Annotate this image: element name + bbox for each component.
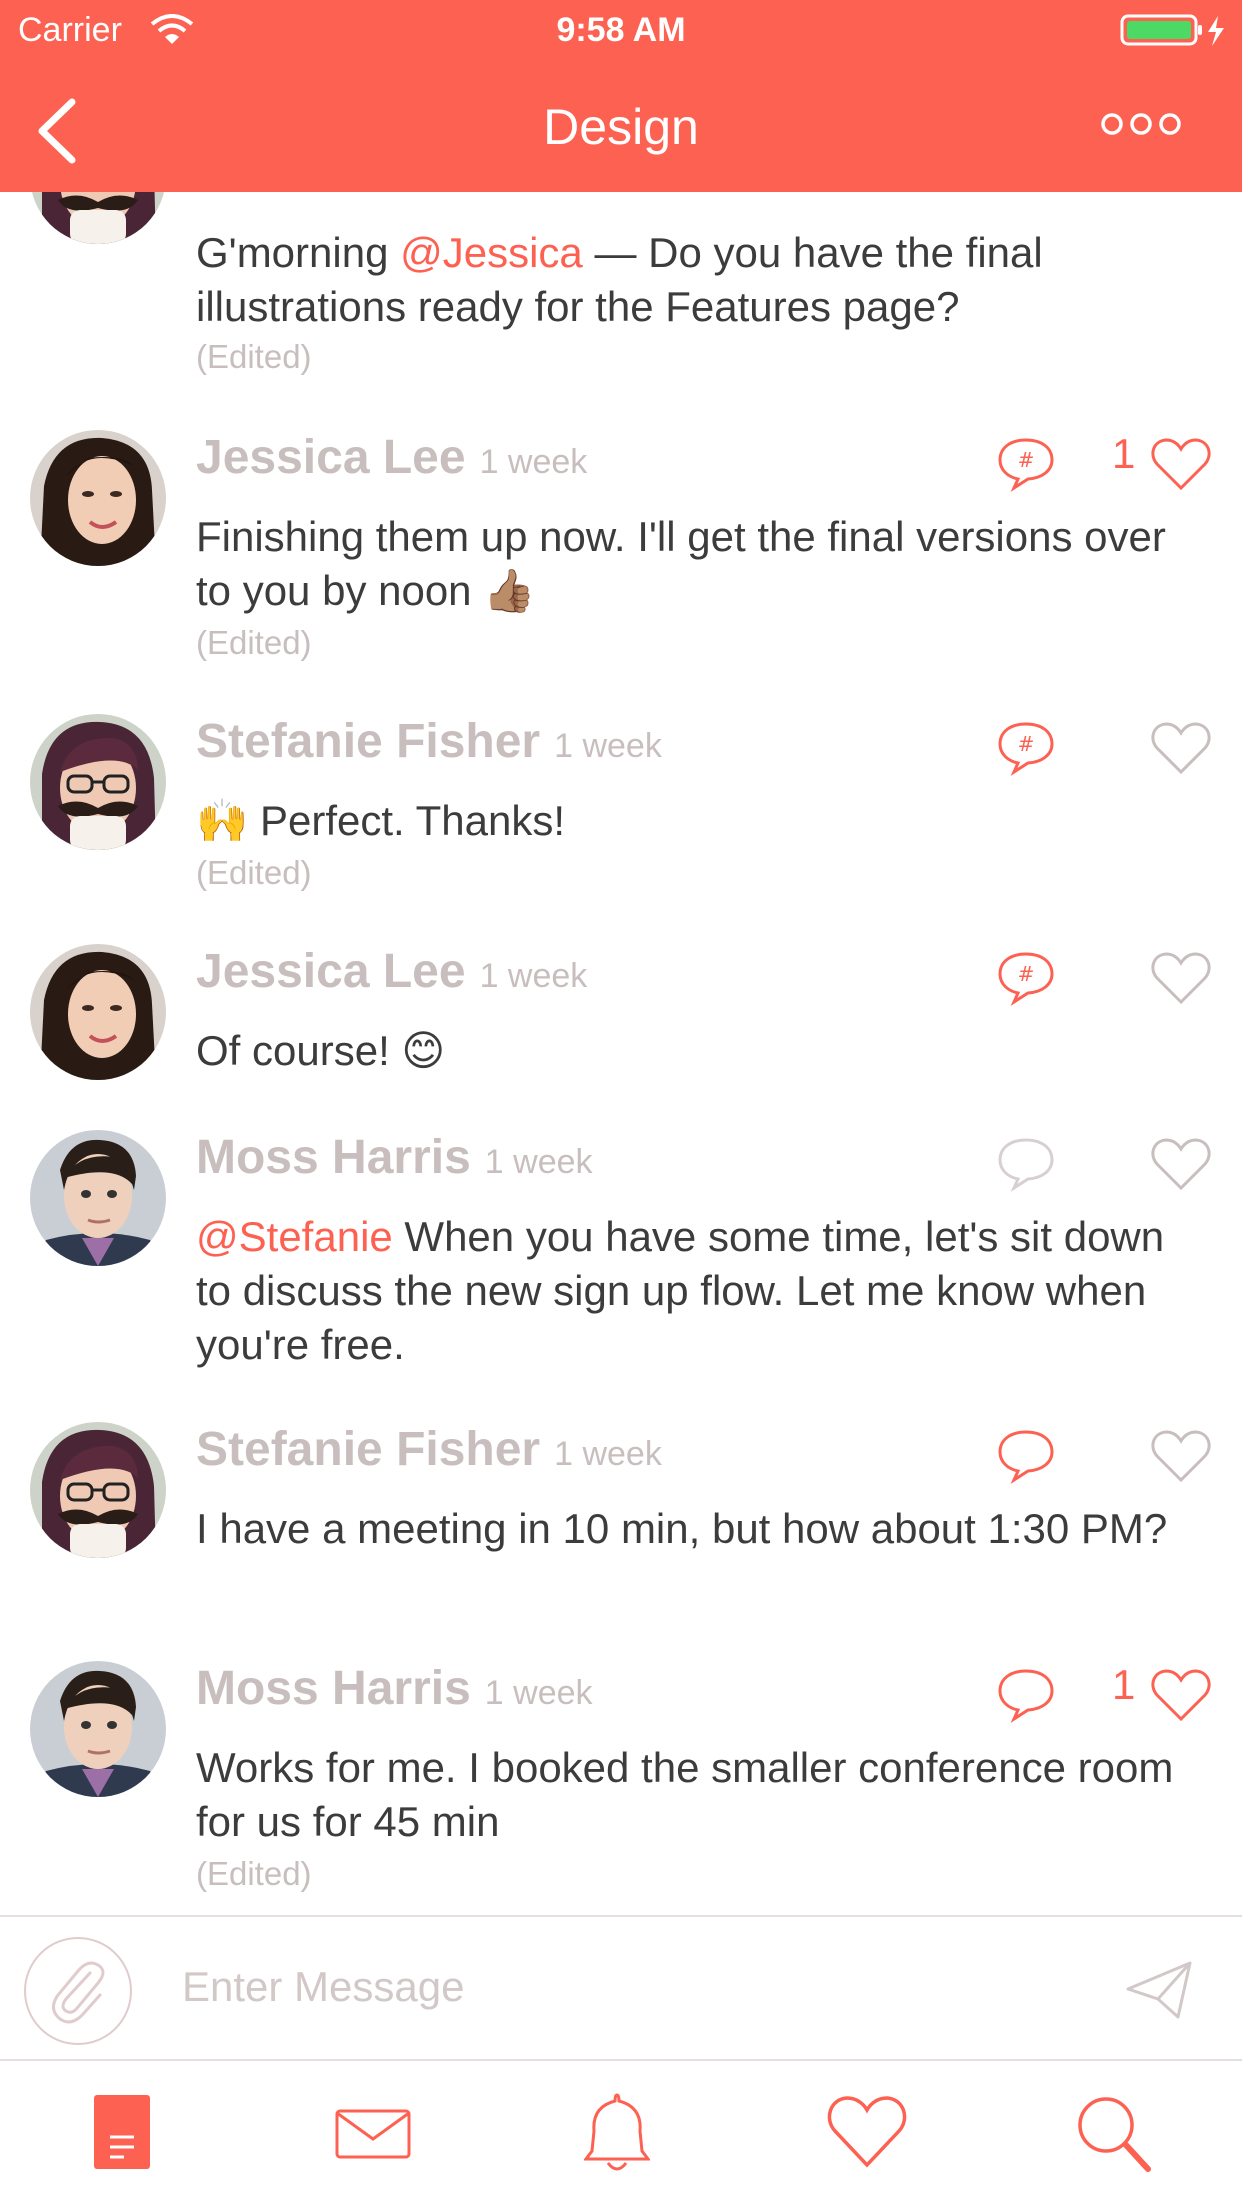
message-text: I have a meeting in 10 min, but how abou… xyxy=(196,1505,1168,1552)
timestamp: 1 week xyxy=(479,443,588,481)
page-title: Design xyxy=(543,99,699,155)
message-text: 🙌 Perfect. Thanks! xyxy=(196,797,565,844)
search-tab[interactable] xyxy=(1074,2091,1154,2179)
message-header: Moss Harris 1 week xyxy=(196,1130,593,1190)
author-name[interactable]: Moss Harris xyxy=(196,1662,471,1715)
timestamp: 1 week xyxy=(554,727,662,765)
status-time: 9:58 AM xyxy=(556,11,686,49)
author-name[interactable]: Stefanie Fisher xyxy=(196,1423,540,1476)
message-input[interactable] xyxy=(182,1947,1082,2027)
author-name[interactable]: Stefanie Fisher xyxy=(196,715,540,768)
more-dots-icon[interactable] xyxy=(1100,108,1182,140)
heart-icon[interactable] xyxy=(1150,436,1212,492)
favorites-tab[interactable] xyxy=(826,2091,908,2179)
edited-label: (Edited) xyxy=(196,1855,312,1892)
message-text: @Stefanie When you have some time, let's… xyxy=(196,1213,1165,1368)
message-item: Jessica Lee 1 week # Of course! 😊 xyxy=(0,944,1242,1114)
messages-tab[interactable] xyxy=(334,2091,412,2179)
svg-text:#: # xyxy=(1018,448,1035,472)
speech-bubble-icon[interactable] xyxy=(996,1136,1056,1192)
hashtag-bubble-icon[interactable]: # xyxy=(996,720,1056,776)
message-header: Stefanie Fisher 1 week xyxy=(196,1422,662,1482)
heart-icon[interactable] xyxy=(1150,1428,1212,1484)
avatar-jessica-lee[interactable] xyxy=(30,430,166,566)
edited-label: (Edited) xyxy=(196,338,312,375)
author-name[interactable]: Moss Harris xyxy=(196,1131,471,1184)
avatar-moss-harris[interactable] xyxy=(30,1130,166,1266)
paperclip-icon[interactable] xyxy=(24,1937,132,2045)
message-item: Stefanie Fisher 1 week I have a meeting i… xyxy=(0,1422,1242,1632)
heart-icon[interactable] xyxy=(1150,720,1212,776)
hashtag-bubble-icon[interactable]: # xyxy=(996,950,1056,1006)
message-header: Jessica Lee 1 week xyxy=(196,944,587,1004)
message-item: Jessica Lee 1 week # 1 Finishing them up … xyxy=(0,430,1242,680)
message-header: Jessica Lee 1 week xyxy=(196,430,587,490)
avatar-jessica-lee[interactable] xyxy=(30,944,166,1080)
nav-bar: Design xyxy=(0,60,1242,192)
timestamp: 1 week xyxy=(484,1143,593,1181)
avatar-moss-harris[interactable] xyxy=(30,1661,166,1797)
message-item: Moss Harris 1 week @Stefanie When you hav… xyxy=(0,1130,1242,1390)
avatar-stefanie-fisher[interactable] xyxy=(30,714,166,850)
message-feed[interactable]: G'morning @Jessica — Do you have the fin… xyxy=(0,0,1242,1915)
heart-icon[interactable] xyxy=(1150,1667,1212,1723)
heart-icon[interactable] xyxy=(1150,1136,1212,1192)
message-composer xyxy=(0,1915,1242,2061)
status-bar: Carrier 9:58 AM xyxy=(0,0,1242,60)
message-header: Stefanie Fisher 1 week xyxy=(196,714,662,774)
timestamp: 1 week xyxy=(554,1435,662,1473)
author-name[interactable]: Jessica Lee xyxy=(196,431,466,484)
app-header: Carrier 9:58 AM Design xyxy=(0,0,1242,192)
like-count: 1 xyxy=(1112,1661,1136,1708)
author-name[interactable]: Jessica Lee xyxy=(196,945,466,998)
speech-bubble-icon[interactable] xyxy=(996,1667,1056,1723)
mention-link[interactable]: @Stefanie xyxy=(196,1213,393,1260)
message-text: Of course! 😊 xyxy=(196,1027,446,1074)
edited-label: (Edited) xyxy=(196,854,312,891)
message-text: G'morning @Jessica — Do you have the fin… xyxy=(196,229,1043,330)
battery-icon xyxy=(1120,14,1230,57)
message-header: Moss Harris 1 week xyxy=(196,1661,593,1721)
avatar-stefanie-fisher[interactable] xyxy=(30,1422,166,1558)
like-count: 1 xyxy=(1112,430,1136,477)
mention-link[interactable]: @Jessica xyxy=(400,229,583,276)
message-text: Finishing them up now. I'll get the fina… xyxy=(196,513,1166,614)
speech-bubble-icon[interactable] xyxy=(996,1428,1056,1484)
notifications-tab[interactable] xyxy=(583,2091,651,2179)
message-item: Stefanie Fisher 1 week # 🙌 Perfect. Thank… xyxy=(0,714,1242,914)
message-text: Works for me. I booked the smaller confe… xyxy=(196,1744,1174,1845)
svg-text:#: # xyxy=(1018,732,1035,756)
heart-icon[interactable] xyxy=(1150,950,1212,1006)
timestamp: 1 week xyxy=(484,1674,593,1712)
send-icon[interactable] xyxy=(1124,1959,1194,2021)
edited-label: (Edited) xyxy=(196,624,312,661)
hashtag-bubble-icon[interactable]: # xyxy=(996,436,1056,492)
svg-text:#: # xyxy=(1018,962,1035,986)
message-item: Moss Harris 1 week 1 Works for me. I book… xyxy=(0,1661,1242,1915)
timestamp: 1 week xyxy=(479,957,588,995)
tab-bar xyxy=(0,2061,1242,2208)
channels-tab[interactable] xyxy=(92,2091,152,2179)
